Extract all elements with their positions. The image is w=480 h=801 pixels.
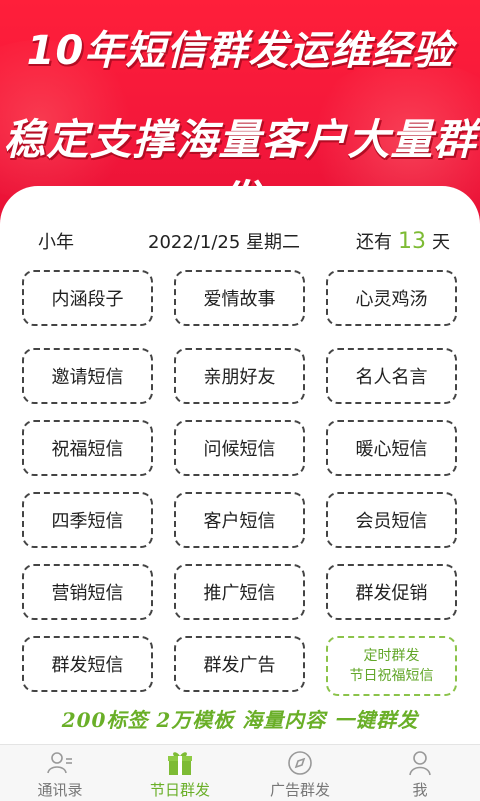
category-button[interactable]: 心灵鸡汤 (326, 270, 457, 326)
scheduled-title: 定时群发 (363, 648, 420, 664)
category-button[interactable]: 邀请短信 (22, 348, 153, 404)
tab-contacts[interactable]: 通讯录 (0, 745, 120, 801)
category-button[interactable]: 亲朋好友 (174, 348, 305, 404)
banner-headline-1: 10年短信群发运维经验 (26, 28, 454, 74)
category-button[interactable]: 暖心短信 (326, 420, 457, 476)
category-button[interactable]: 客户短信 (174, 492, 305, 548)
tab-label: 节日群发 (149, 781, 210, 799)
feature-tagline: 200标签 2万模板 海量内容 一键群发 (61, 708, 419, 732)
contacts-icon (47, 752, 72, 774)
category-button[interactable]: 群发促销 (326, 564, 457, 620)
tab-label: 通讯录 (37, 781, 83, 799)
category-button[interactable]: 会员短信 (326, 492, 457, 548)
scheduled-send-button[interactable]: 定时群发 节日祝福短信 (326, 636, 457, 696)
category-button[interactable]: 群发广告 (174, 636, 305, 692)
festival-date-row: 小年 2022/1/25 星期二 还有 13 天 (0, 228, 480, 256)
compass-icon (288, 751, 312, 775)
days-count: 13 (398, 229, 426, 254)
category-button[interactable]: 四季短信 (22, 492, 153, 548)
days-suffix: 天 (432, 232, 450, 253)
tab-festival-send[interactable]: 节日群发 (120, 745, 240, 801)
category-button[interactable]: 内涵段子 (22, 270, 153, 326)
category-button[interactable]: 爱情故事 (174, 270, 305, 326)
category-button[interactable]: 祝福短信 (22, 420, 153, 476)
tab-me[interactable]: 我 (360, 745, 480, 801)
category-button[interactable]: 推广短信 (174, 564, 305, 620)
category-button[interactable]: 问候短信 (174, 420, 305, 476)
days-remaining: 还有 13 天 (356, 228, 450, 254)
festival-name: 小年 (38, 232, 74, 253)
days-prefix: 还有 (356, 232, 392, 253)
tab-ad-send[interactable]: 广告群发 (240, 745, 360, 801)
tab-label: 广告群发 (269, 781, 330, 799)
category-button[interactable]: 名人名言 (326, 348, 457, 404)
scheduled-subtitle: 节日祝福短信 (349, 668, 434, 684)
bottom-tab-bar: 通讯录 节日群发 广告群发 我 (0, 744, 480, 801)
tab-label: 我 (412, 781, 428, 799)
user-icon (409, 751, 431, 776)
category-button[interactable]: 群发短信 (22, 636, 153, 692)
category-button[interactable]: 营销短信 (22, 564, 153, 620)
gift-icon (168, 752, 192, 775)
festival-date: 2022/1/25 星期二 (148, 232, 301, 253)
